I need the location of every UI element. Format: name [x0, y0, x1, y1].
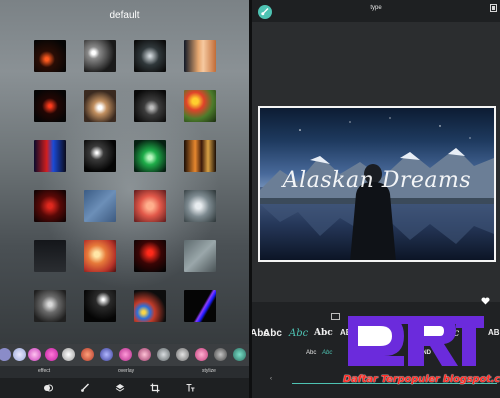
- filter-label-effect[interactable]: effect: [38, 368, 50, 374]
- effects-icon[interactable]: [43, 383, 53, 393]
- overlay-thumbnail[interactable]: [184, 40, 216, 72]
- chevron-left-icon[interactable]: ‹: [270, 376, 272, 382]
- mode-title: type: [370, 5, 382, 11]
- keyboard-icon[interactable]: [331, 313, 340, 320]
- overlay-thumbnail[interactable]: [84, 140, 116, 172]
- overlay-thumbnail[interactable]: [34, 190, 66, 222]
- overlay-thumbnail[interactable]: [84, 240, 116, 272]
- filter-swatch[interactable]: [81, 348, 94, 361]
- text-icon[interactable]: [185, 383, 195, 393]
- filter-label-stylize[interactable]: stylize: [202, 368, 216, 374]
- overlay-thumbnail[interactable]: [34, 240, 66, 272]
- style-sample[interactable]: Abc: [263, 328, 282, 339]
- filter-swatch[interactable]: [214, 348, 227, 361]
- filter-swatch[interactable]: [28, 348, 41, 361]
- category-title[interactable]: default: [0, 10, 249, 21]
- top-bar: type: [252, 0, 500, 22]
- overlay-thumbnail[interactable]: [34, 140, 66, 172]
- filter-swatch[interactable]: [119, 348, 132, 361]
- overlay-thumbnail[interactable]: [34, 90, 66, 122]
- filter-swatch[interactable]: [100, 348, 113, 361]
- watermark-text: Daftar Terpopuler blogspot.com: [343, 374, 500, 385]
- overlay-thumbnail[interactable]: [184, 190, 216, 222]
- overlay-thumbnail[interactable]: [134, 240, 166, 272]
- layers-icon[interactable]: [115, 383, 125, 393]
- photo-canvas[interactable]: Alaskan Dreams: [258, 106, 496, 262]
- filter-swatch-bar: [0, 344, 249, 366]
- filter-swatch[interactable]: [176, 348, 189, 361]
- overlay-thumbnail[interactable]: [134, 290, 166, 322]
- filter-swatch[interactable]: [233, 348, 246, 361]
- filter-swatch[interactable]: [157, 348, 170, 361]
- overlay-thumbnail[interactable]: [34, 290, 66, 322]
- overlay-thumbnail[interactable]: [134, 190, 166, 222]
- style-sample[interactable]: Abc: [289, 328, 308, 339]
- crop-icon[interactable]: [150, 383, 160, 393]
- filter-swatch[interactable]: [45, 348, 58, 361]
- overlay-thumbnail[interactable]: [184, 90, 216, 122]
- like-button[interactable]: [481, 297, 490, 307]
- font-sample[interactable]: Abc: [306, 350, 316, 356]
- overlay-thumbnail[interactable]: [184, 240, 216, 272]
- heart-icon: [481, 297, 490, 305]
- overlay-thumbnail[interactable]: [84, 290, 116, 322]
- filter-swatch[interactable]: [195, 348, 208, 361]
- overlay-thumbnail[interactable]: [84, 40, 116, 72]
- filter-swatch[interactable]: [0, 348, 11, 361]
- filter-category-labels: effect overlay stylize: [0, 366, 249, 378]
- style-sample[interactable]: AB: [488, 328, 500, 337]
- overlay-browser-panel: default effect overlay stylize: [0, 0, 249, 398]
- font-sample[interactable]: Abc: [322, 350, 332, 356]
- brush-icon[interactable]: [80, 383, 90, 393]
- overlay-thumbnail[interactable]: [134, 90, 166, 122]
- overlay-thumbnail[interactable]: [84, 90, 116, 122]
- photo-text-overlay[interactable]: Alaskan Dreams: [260, 168, 494, 193]
- overlay-thumbnail[interactable]: [134, 140, 166, 172]
- filter-swatch[interactable]: [138, 348, 151, 361]
- canvas-area: Alaskan Dreams: [252, 22, 500, 302]
- bottom-toolbar: [0, 378, 249, 398]
- blog-logo: [348, 316, 484, 366]
- overlay-thumbnail[interactable]: [134, 40, 166, 72]
- filter-label-overlay[interactable]: overlay: [118, 368, 134, 374]
- style-sample[interactable]: Abc: [314, 328, 333, 338]
- overlay-thumbnail[interactable]: [184, 140, 216, 172]
- overlay-thumbnail[interactable]: [84, 190, 116, 222]
- filter-swatch[interactable]: [62, 348, 75, 361]
- overlay-thumbnail[interactable]: [34, 40, 66, 72]
- filter-swatch[interactable]: [13, 348, 26, 361]
- aspect-ratio-icon[interactable]: [490, 4, 497, 14]
- overlay-thumbnail[interactable]: [184, 290, 216, 322]
